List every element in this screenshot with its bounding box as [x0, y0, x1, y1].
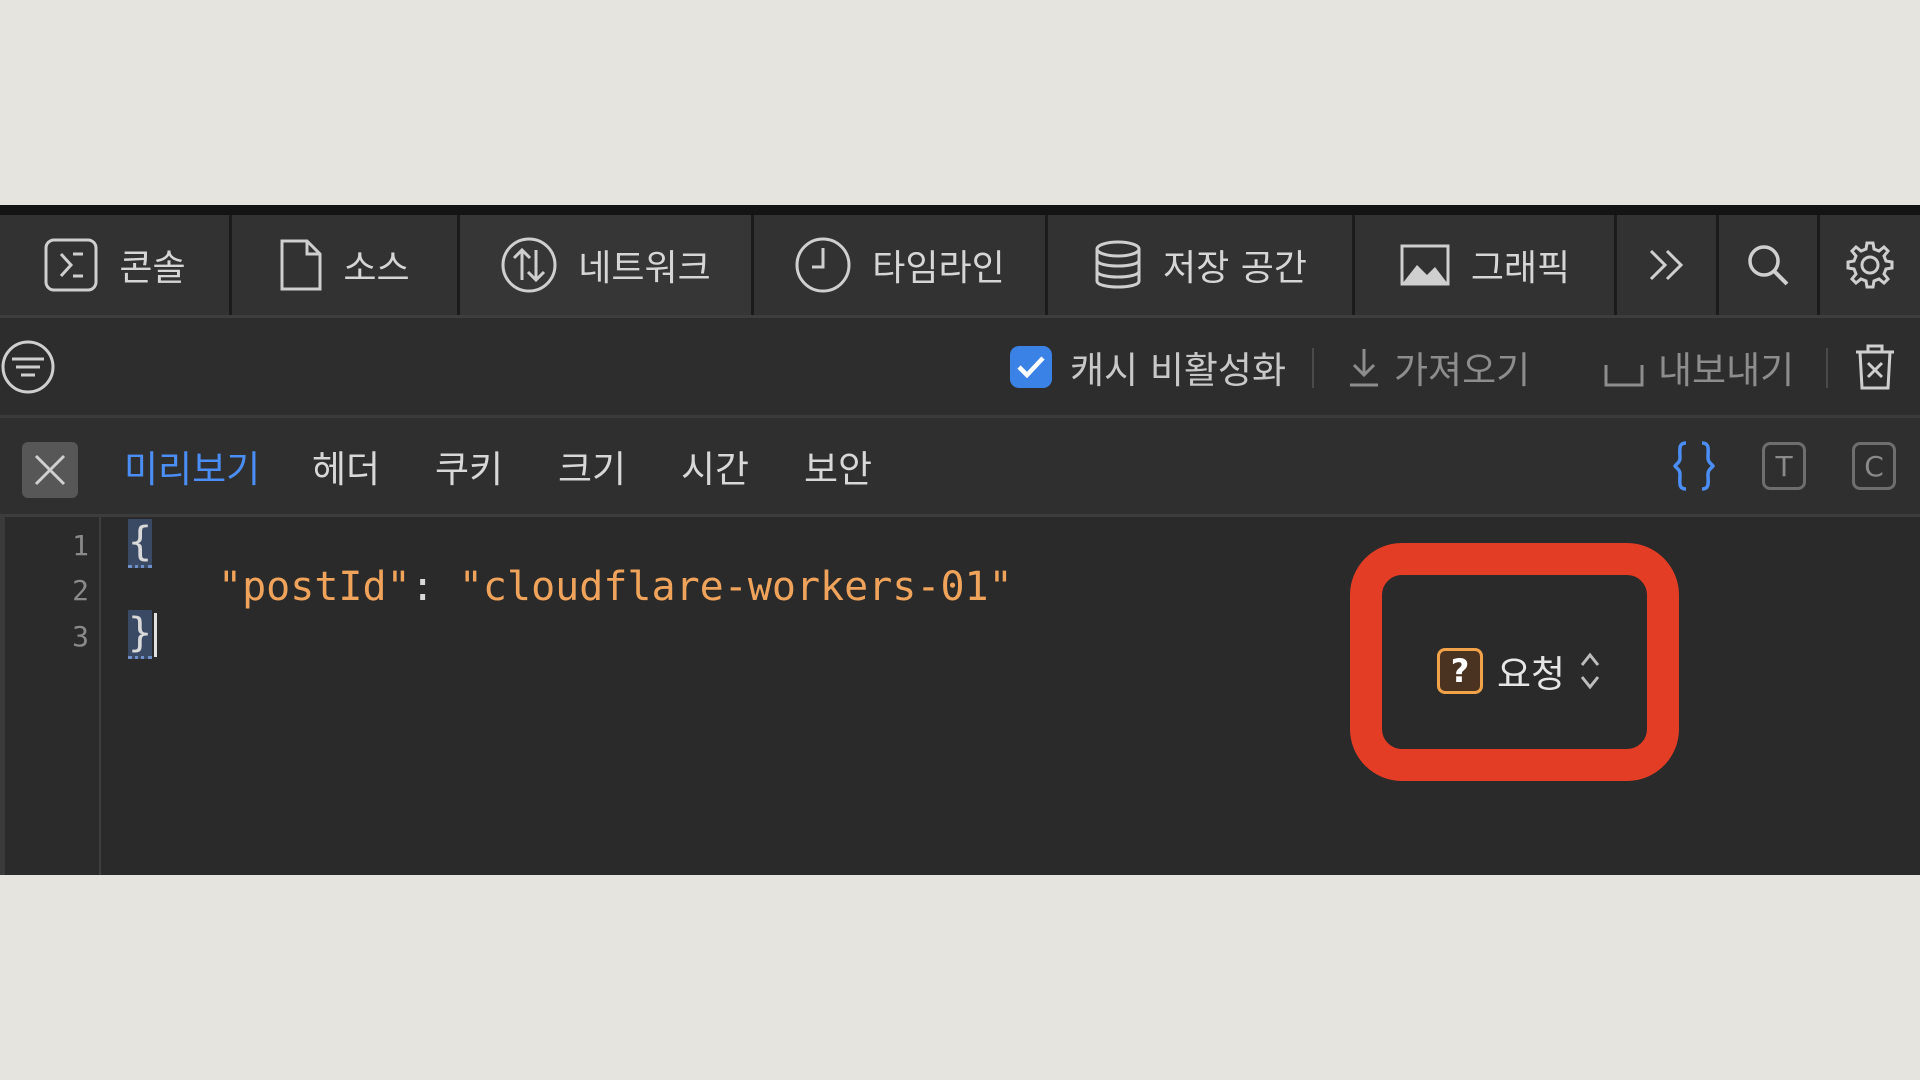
import-button[interactable]: 가져오기 — [1346, 318, 1530, 415]
export-label: 내보내기 — [1658, 348, 1795, 392]
disable-cache-label: 캐시 비활성화 — [1070, 348, 1287, 392]
console-icon — [44, 238, 98, 292]
subtab-headers[interactable]: 헤더 — [312, 418, 380, 514]
braces-icon — [1673, 441, 1715, 491]
subtab-timing[interactable]: 시간 — [681, 418, 749, 514]
close-icon — [34, 454, 66, 486]
text-cursor — [154, 613, 158, 657]
disable-cache-toggle[interactable]: 캐시 비활성화 — [1010, 318, 1286, 415]
settings-button[interactable] — [1820, 215, 1920, 315]
search-icon — [1748, 245, 1789, 286]
web-inspector-panel: 콘솔 소스 네트워크 타임라인 저장 공간 그래픽 캐시 비활성화 가져오기 내… — [0, 205, 1920, 875]
close-detail-button[interactable] — [22, 442, 78, 498]
subtab-preview[interactable]: 미리보기 — [124, 418, 260, 514]
resource-detail-tab-bar: 미리보기 헤더 쿠키 크기 시간 보안 T C — [0, 418, 1920, 517]
divider — [1312, 348, 1314, 388]
json-format-button[interactable] — [1672, 440, 1716, 496]
divider — [1826, 348, 1828, 388]
line-number: 2 — [72, 574, 89, 607]
export-icon — [1604, 364, 1644, 386]
panel-top-edge — [0, 205, 1920, 215]
clock-icon — [795, 237, 851, 293]
tab-console-label: 콘솔 — [119, 248, 186, 289]
disable-cache-checkbox[interactable] — [1010, 345, 1052, 388]
tab-storage[interactable]: 저장 공간 — [1048, 215, 1355, 315]
line-number-gutter: 1 2 3 — [0, 517, 101, 875]
tab-network[interactable]: 네트워크 — [460, 215, 754, 315]
json-colon: : — [410, 564, 459, 610]
gear-icon — [1846, 241, 1894, 289]
more-tabs-icon — [1649, 249, 1683, 281]
open-brace: { — [128, 519, 153, 568]
tab-sources[interactable]: 소스 — [232, 215, 460, 315]
subtab-cookies[interactable]: 쿠키 — [435, 418, 503, 514]
filter-icon — [1, 340, 55, 393]
more-tabs-button[interactable] — [1617, 215, 1719, 315]
text-format-button[interactable]: T — [1762, 442, 1806, 490]
code-line-3: } — [128, 610, 158, 659]
network-icon — [501, 237, 557, 293]
tab-storage-label: 저장 공간 — [1163, 248, 1307, 289]
inspector-tab-bar: 콘솔 소스 네트워크 타임라인 저장 공간 그래픽 — [0, 215, 1920, 318]
import-icon — [1350, 348, 1378, 386]
close-brace: } — [128, 610, 153, 659]
json-value: "cloudflare-workers-01" — [458, 564, 1013, 610]
tab-network-label: 네트워크 — [578, 248, 711, 289]
subtab-sizes[interactable]: 크기 — [558, 418, 626, 514]
code-line-2: "postId": "cloudflare-workers-01" — [218, 564, 1013, 610]
clear-button[interactable] — [1852, 318, 1898, 415]
tab-console[interactable]: 콘솔 — [0, 215, 232, 315]
trash-icon — [1856, 344, 1894, 389]
json-key: "postId" — [218, 564, 411, 610]
tab-timeline-label: 타임라인 — [872, 248, 1005, 289]
code-line-1: { — [128, 519, 153, 568]
tab-sources-label: 소스 — [343, 248, 410, 289]
line-number: 3 — [72, 620, 89, 653]
search-button[interactable] — [1719, 215, 1820, 315]
tab-timeline[interactable]: 타임라인 — [754, 215, 1048, 315]
code-format-button[interactable]: C — [1852, 442, 1896, 490]
tab-graphics-label: 그래픽 — [1470, 248, 1571, 289]
highlight-annotation — [1350, 543, 1679, 781]
image-icon — [1400, 244, 1450, 286]
filter-button[interactable] — [0, 318, 56, 415]
tab-graphics[interactable]: 그래픽 — [1355, 215, 1617, 315]
import-label: 가져오기 — [1394, 348, 1531, 392]
line-number: 1 — [72, 529, 89, 562]
database-icon — [1095, 240, 1141, 289]
network-filter-bar: 캐시 비활성화 가져오기 내보내기 — [0, 318, 1920, 418]
checkmark-icon — [1017, 355, 1045, 378]
export-button[interactable]: 내보내기 — [1602, 318, 1794, 415]
document-icon — [280, 239, 322, 291]
subtab-security[interactable]: 보안 — [804, 418, 872, 514]
